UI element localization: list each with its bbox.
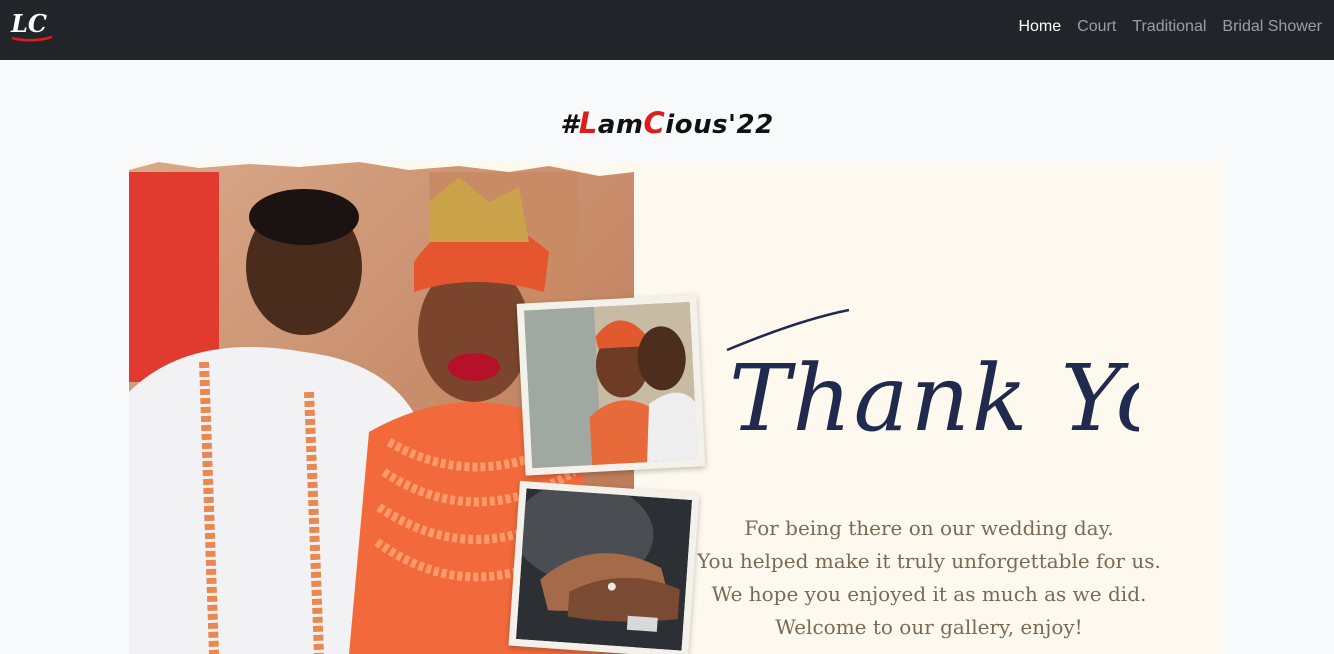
hashtag-am: am	[597, 110, 644, 140]
message-line-3: We hope you enjoyed it as much as we did…	[711, 582, 1147, 606]
hashtag-l: L	[578, 106, 598, 140]
thank-you-message: For being there on our wedding day. You …	[669, 512, 1189, 644]
top-navbar: LC Home Court Traditional Bridal Shower	[0, 0, 1334, 60]
message-line-4: Welcome to our gallery, enjoy!	[775, 615, 1083, 639]
hashtag-prefix: #	[560, 110, 579, 140]
wedding-hashtag: #LamCious'22	[0, 106, 1334, 140]
hashtag-ious: ious'22	[665, 110, 774, 140]
nav-home[interactable]: Home	[1010, 0, 1069, 54]
brand-logo[interactable]: LC	[10, 9, 54, 43]
svg-text:Thank You: Thank You	[729, 345, 1139, 452]
nav-court[interactable]: Court	[1069, 0, 1124, 54]
message-line-1: For being there on our wedding day.	[744, 516, 1114, 540]
main-nav: Home Court Traditional Bridal Shower	[1010, 0, 1330, 54]
lc-monogram-logo-icon: LC	[10, 9, 53, 42]
nav-traditional[interactable]: Traditional	[1124, 0, 1214, 54]
thank-you-banner: Thank You For being there on our wedding…	[129, 162, 1221, 654]
svg-text:LC: LC	[10, 9, 47, 38]
nav-bridal-shower[interactable]: Bridal Shower	[1214, 0, 1330, 54]
hashtag-c: C	[643, 106, 666, 140]
gallery-thumb-couple	[516, 294, 706, 476]
thank-you-script-heading: Thank You	[726, 308, 1139, 452]
message-line-2: You helped make it truly unforgettable f…	[697, 549, 1161, 573]
